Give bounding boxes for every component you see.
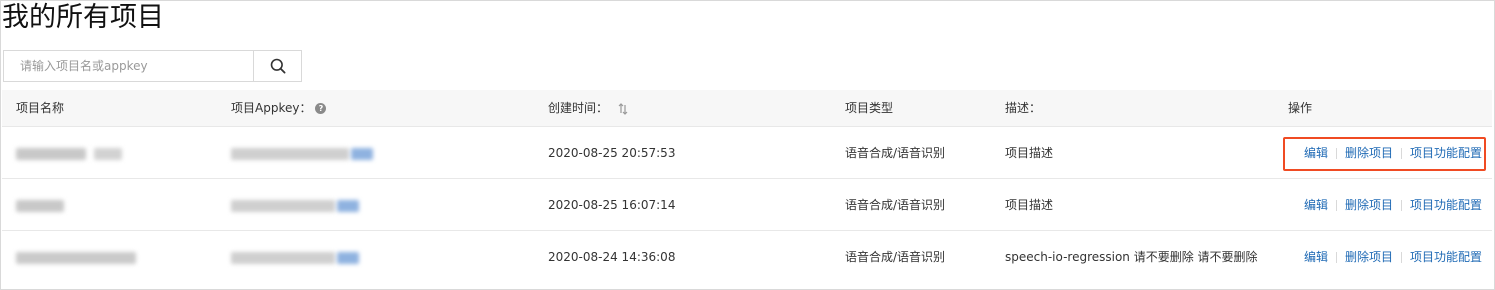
project-appkey-redacted	[231, 179, 359, 231]
divider	[1400, 147, 1402, 159]
project-config-link[interactable]: 项目功能配置	[1410, 231, 1482, 283]
search-icon	[270, 58, 286, 74]
table-header: 项目名称 项目Appkey： ? 创建时间： 项目类型 描述： 操作	[2, 90, 1492, 127]
project-description: speech-io-regression 请不要删除 请不要删除	[1005, 250, 1258, 264]
divider	[1335, 199, 1337, 211]
project-appkey-redacted	[231, 127, 373, 179]
project-name-redacted	[16, 179, 64, 231]
edit-link[interactable]: 编辑	[1304, 231, 1328, 283]
created-time: 2020-08-25 16:07:14	[548, 198, 676, 212]
created-time: 2020-08-25 20:57:53	[548, 146, 676, 160]
col-header-name: 项目名称	[16, 101, 65, 115]
col-header-created-label: 创建时间：	[548, 101, 609, 115]
project-config-link[interactable]: 项目功能配置	[1410, 127, 1482, 179]
col-header-appkey: 项目Appkey： ?	[231, 90, 327, 127]
project-name-redacted	[16, 127, 122, 179]
project-appkey-redacted	[231, 231, 359, 283]
project-type: 语音合成/语音识别	[845, 250, 946, 264]
table-row: 2020-08-25 16:07:14 语音合成/语音识别 项目描述 编辑 删除…	[2, 179, 1492, 231]
projects-table: 项目名称 项目Appkey： ? 创建时间： 项目类型 描述： 操作 2020-…	[2, 90, 1492, 283]
project-config-link[interactable]: 项目功能配置	[1410, 179, 1482, 231]
col-header-type: 项目类型	[845, 101, 894, 115]
project-type: 语音合成/语音识别	[845, 198, 946, 212]
row-actions: 编辑 删除项目 项目功能配置	[1304, 127, 1482, 179]
table-row: 2020-08-25 20:57:53 语音合成/语音识别 项目描述 编辑 删除…	[2, 127, 1492, 179]
help-icon[interactable]: ?	[315, 103, 327, 114]
created-time: 2020-08-24 14:36:08	[548, 250, 676, 264]
search-box	[3, 50, 302, 82]
sort-icon[interactable]	[618, 102, 628, 115]
page-title: 我的所有项目	[2, 2, 164, 33]
search-button[interactable]	[253, 51, 301, 81]
divider	[1400, 251, 1402, 263]
edit-link[interactable]: 编辑	[1304, 127, 1328, 179]
project-name-redacted	[16, 231, 136, 283]
delete-project-link[interactable]: 删除项目	[1345, 127, 1393, 179]
delete-project-link[interactable]: 删除项目	[1345, 179, 1393, 231]
divider	[1400, 199, 1402, 211]
edit-link[interactable]: 编辑	[1304, 179, 1328, 231]
table-row: 2020-08-24 14:36:08 语音合成/语音识别 speech-io-…	[2, 231, 1492, 283]
divider	[1335, 251, 1337, 263]
project-type: 语音合成/语音识别	[845, 146, 946, 160]
col-header-created: 创建时间：	[548, 90, 628, 127]
search-input[interactable]	[4, 51, 254, 81]
row-actions: 编辑 删除项目 项目功能配置	[1304, 179, 1482, 231]
project-description: 项目描述	[1005, 146, 1054, 160]
col-header-appkey-label: 项目Appkey：	[231, 101, 312, 115]
project-description: 项目描述	[1005, 198, 1054, 212]
divider	[1335, 147, 1337, 159]
delete-project-link[interactable]: 删除项目	[1345, 231, 1393, 283]
col-header-actions: 操作	[1288, 101, 1313, 115]
row-actions: 编辑 删除项目 项目功能配置	[1304, 231, 1482, 283]
col-header-description: 描述：	[1005, 101, 1042, 115]
